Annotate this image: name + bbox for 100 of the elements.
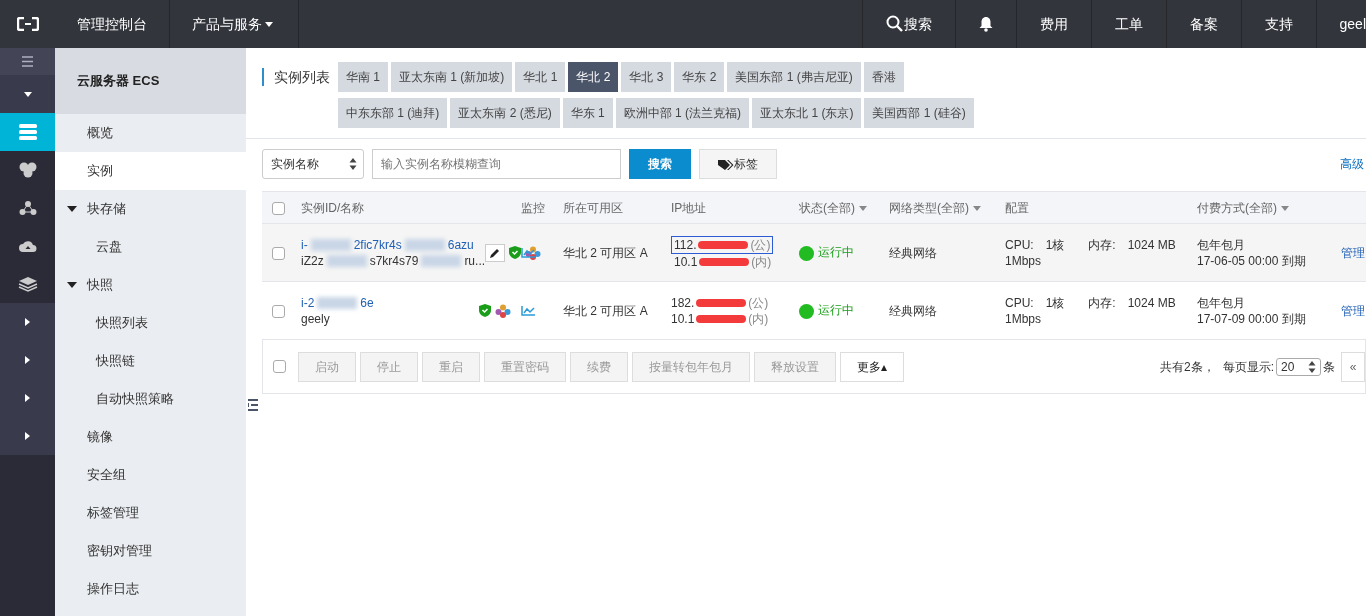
- ip-tag: (公): [750, 237, 771, 252]
- redaction-mark: [317, 296, 358, 309]
- advanced-link[interactable]: 高级: [1340, 155, 1364, 173]
- search-link[interactable]: 搜索: [861, 0, 955, 48]
- tag-button[interactable]: 标签: [699, 149, 777, 179]
- logo-icon[interactable]: [16, 17, 39, 31]
- bandwidth-text: 1Mbps: [1005, 252, 1043, 269]
- edit-button[interactable]: [485, 243, 506, 262]
- memory-text: 内存: 1024 MB: [1088, 236, 1176, 253]
- region-tab[interactable]: 美国西部 1 (硅谷): [864, 98, 974, 128]
- cpu-text: CPU: 1核: [1005, 236, 1065, 253]
- sidebar-item[interactable]: 云盘: [55, 228, 246, 266]
- sidebar-item[interactable]: 安全组: [55, 456, 246, 494]
- region-tab[interactable]: 香港: [863, 62, 904, 92]
- per-page-label: 每页显示:: [1222, 358, 1274, 376]
- flower-icon[interactable]: [495, 303, 511, 318]
- instance-id-link[interactable]: 2fic7kr4s: [353, 236, 402, 253]
- sidebar-item[interactable]: 标签管理: [55, 494, 246, 532]
- sidebar-item[interactable]: 操作日志: [55, 570, 246, 608]
- nav-link[interactable]: 备案: [1165, 0, 1241, 48]
- redaction-mark: [310, 238, 351, 251]
- region-tab[interactable]: 亚太东北 1 (东京): [752, 98, 862, 128]
- nodes-icon[interactable]: [18, 200, 37, 216]
- collapse-icon: [248, 398, 258, 412]
- sidebar-item[interactable]: 概览: [55, 114, 246, 152]
- menu-icon[interactable]: [20, 54, 35, 69]
- status-dot: [799, 303, 814, 319]
- redaction-mark: [404, 238, 445, 251]
- nav-link[interactable]: 支持: [1240, 0, 1316, 48]
- column-header: 配置: [1005, 200, 1029, 215]
- bell-icon[interactable]: [978, 16, 993, 32]
- user-menu[interactable]: geel: [1315, 0, 1366, 48]
- ip-text: 10.1: [674, 254, 698, 269]
- filter-select[interactable]: 实例名称: [262, 149, 364, 179]
- manage-link[interactable]: 管理: [1341, 303, 1365, 318]
- region-tab[interactable]: 华东 1: [562, 98, 613, 128]
- nav-link[interactable]: 工单: [1090, 0, 1166, 48]
- scribble-mark: [696, 299, 747, 308]
- caret-right-icon[interactable]: [24, 431, 31, 441]
- stack-icon[interactable]: [17, 276, 38, 292]
- checkbox[interactable]: [273, 360, 286, 373]
- region-tab[interactable]: 中东东部 1 (迪拜): [338, 98, 448, 128]
- caret-right-icon[interactable]: [24, 393, 31, 403]
- per-page-select[interactable]: 20: [1276, 357, 1321, 376]
- region-tab[interactable]: 华北 1: [515, 62, 566, 92]
- search-button[interactable]: 搜索: [629, 149, 691, 179]
- sort-icon: [349, 158, 357, 170]
- ip-text: 112.: [674, 237, 697, 252]
- region-tab[interactable]: 美国东部 1 (弗吉尼亚): [727, 62, 861, 92]
- region-tab[interactable]: 华北 2: [568, 62, 619, 92]
- sidebar-item[interactable]: 密钥对管理: [55, 532, 246, 570]
- search-field[interactable]: 输入实例名称模糊查询: [372, 149, 621, 179]
- instance-id-link[interactable]: i-: [301, 236, 308, 253]
- expiry-text: 17-07-09 00:00 到期: [1197, 310, 1307, 327]
- expiry-text: 17-06-05 00:00 到期: [1197, 252, 1307, 269]
- region-tab[interactable]: 亚太东南 2 (悉尼): [450, 98, 560, 128]
- region-tab[interactable]: 欧洲中部 1 (法兰克福): [615, 98, 750, 128]
- shield-icon[interactable]: [509, 246, 522, 259]
- checkbox[interactable]: [272, 246, 285, 260]
- instance-id-link[interactable]: 6azu: [447, 236, 474, 253]
- shield-icon[interactable]: [479, 304, 491, 317]
- page-title: 实例列表: [262, 68, 330, 86]
- sidebar-item[interactable]: 快照链: [55, 342, 246, 380]
- hexagons-icon[interactable]: [17, 162, 38, 178]
- region-tab[interactable]: 华东 2: [674, 62, 725, 92]
- tag-icon: [718, 158, 734, 171]
- caret-right-icon[interactable]: [24, 317, 31, 327]
- status-text: 运行中: [818, 245, 854, 260]
- sidebar-item[interactable]: 自动快照策略: [55, 380, 246, 418]
- sidebar-item[interactable]: 实例: [55, 152, 246, 190]
- action-button[interactable]: 更多▴: [840, 351, 905, 382]
- chart-icon[interactable]: [521, 248, 535, 259]
- instance-name: ru...: [464, 252, 486, 269]
- sidebar-item[interactable]: 快照列表: [55, 304, 246, 342]
- nav-link[interactable]: 费用: [1015, 0, 1091, 48]
- instance-id-link[interactable]: 6e: [360, 294, 374, 311]
- zone-text: 华北 2 可用区 A: [563, 245, 648, 260]
- prev-page-button[interactable]: «: [1341, 351, 1365, 382]
- column-header: 监控: [521, 200, 545, 215]
- sidebar-group[interactable]: 块存储: [55, 190, 246, 228]
- sidebar-item[interactable]: 镜像: [55, 418, 246, 456]
- checkbox[interactable]: [272, 201, 285, 215]
- memory-text: 内存: 1024 MB: [1088, 294, 1176, 311]
- instance-name: iZ2z: [301, 252, 324, 269]
- instance-id-link[interactable]: i-2: [301, 294, 315, 311]
- region-tab[interactable]: 华北 3: [621, 62, 672, 92]
- network-text: 经典网络: [889, 303, 937, 318]
- column-header: 实例ID/名称: [301, 200, 365, 215]
- region-tab[interactable]: 亚太东南 1 (新加坡): [391, 62, 513, 92]
- chart-icon[interactable]: [521, 306, 535, 317]
- sidebar-group[interactable]: 快照: [55, 266, 246, 304]
- caret-down-icon[interactable]: [22, 90, 33, 98]
- checkbox[interactable]: [272, 304, 285, 318]
- instance-name: geely: [301, 310, 330, 327]
- caret-right-icon[interactable]: [24, 355, 31, 365]
- region-tab[interactable]: 华南 1: [338, 62, 388, 92]
- cloud-icon[interactable]: [17, 238, 38, 254]
- redaction-mark: [326, 254, 367, 267]
- ip-tag: (内): [751, 254, 772, 269]
- redaction-mark: [421, 254, 462, 267]
